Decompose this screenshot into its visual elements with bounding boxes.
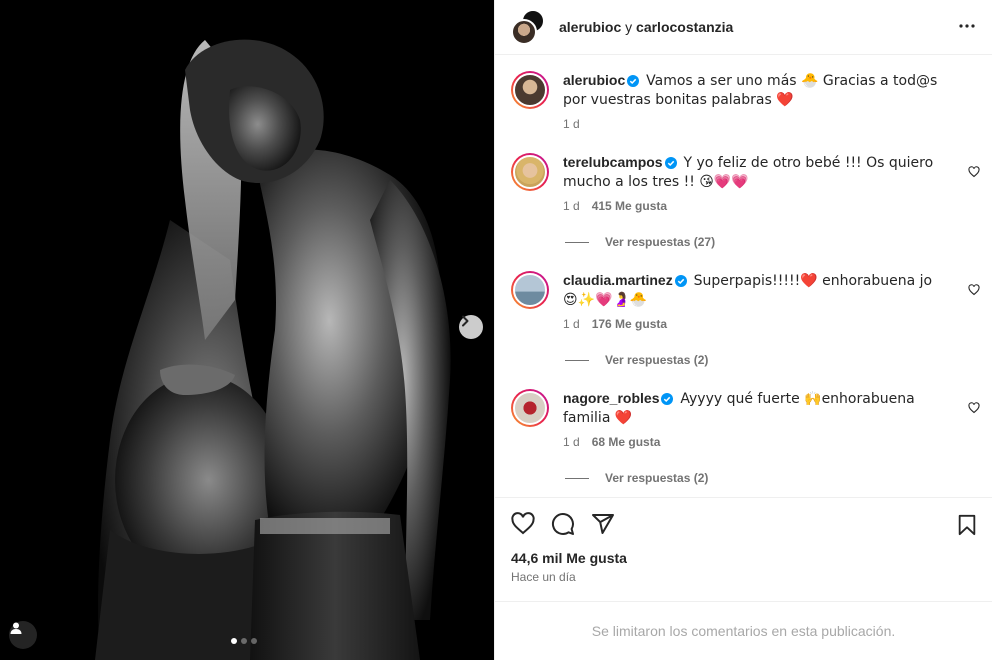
heart-icon xyxy=(968,402,980,414)
comment-likes[interactable]: 176 Me gusta xyxy=(592,317,667,331)
like-comment-button[interactable] xyxy=(968,165,980,183)
caption-text-block: alerubioc Vamos a ser uno más 🐣 Gracias … xyxy=(563,71,948,109)
caption-body: alerubioc Vamos a ser uno más 🐣 Gracias … xyxy=(563,71,976,131)
comment-likes[interactable]: 68 Me gusta xyxy=(592,435,661,449)
comment-time[interactable]: 1 d xyxy=(563,317,580,331)
comments-limited-notice: Se limitaron los comentarios en esta pub… xyxy=(495,601,992,660)
comment-body: claudia.martinez Superpapis!!!!!❤️ enhor… xyxy=(563,271,976,331)
comment-meta: 1 d 415 Me gusta xyxy=(563,199,948,213)
post-actions: 44,6 mil Me gusta Hace un día xyxy=(495,497,992,601)
avatar xyxy=(513,73,547,107)
more-icon xyxy=(959,24,975,28)
heart-icon xyxy=(511,512,535,535)
avatar-ring[interactable] xyxy=(511,153,549,191)
verified-icon xyxy=(661,393,674,405)
view-replies-label: Ver respuestas (27) xyxy=(605,235,716,249)
view-replies-button[interactable]: Ver respuestas (27) xyxy=(565,235,992,249)
comment: claudia.martinez Superpapis!!!!!❤️ enhor… xyxy=(495,271,992,331)
comment-body: terelubcampos Y yo feliz de otro bebé !!… xyxy=(563,153,976,213)
verified-icon xyxy=(627,75,640,87)
collab-avatars[interactable] xyxy=(511,9,547,45)
carousel-indicator xyxy=(231,638,257,644)
post-timestamp[interactable]: Hace un día xyxy=(511,570,976,584)
carousel-dot xyxy=(241,638,247,644)
heart-icon xyxy=(968,166,980,178)
comment-time[interactable]: 1 d xyxy=(563,117,580,131)
share-icon xyxy=(592,514,614,534)
comment-username[interactable]: alerubioc xyxy=(563,72,625,88)
replies-divider xyxy=(565,477,589,479)
author-separator: y xyxy=(625,19,633,35)
avatar xyxy=(511,19,537,45)
chevron-right-icon xyxy=(462,315,469,327)
avatar xyxy=(513,155,547,189)
comment-text-block: terelubcampos Y yo feliz de otro bebé !!… xyxy=(563,153,948,191)
like-button[interactable] xyxy=(511,512,535,536)
avatar-ring[interactable] xyxy=(511,71,549,109)
comment-text-block: nagore_robles Ayyyy qué fuerte 🙌enhorabu… xyxy=(563,389,948,427)
user-tag-icon xyxy=(10,622,22,634)
like-comment-button[interactable] xyxy=(968,283,980,301)
author-link[interactable]: alerubioc xyxy=(559,19,621,35)
avatar-ring[interactable] xyxy=(511,389,549,427)
post-like-count[interactable]: 44,6 mil Me gusta xyxy=(511,550,976,566)
save-button[interactable] xyxy=(956,514,978,541)
post-image xyxy=(0,0,494,660)
post-header: alerubioc y carlocostanzia xyxy=(495,0,992,55)
comment-meta: 1 d 68 Me gusta xyxy=(563,435,948,449)
avatar-ring[interactable] xyxy=(511,271,549,309)
comment-username[interactable]: claudia.martinez xyxy=(563,272,673,288)
verified-icon xyxy=(674,275,687,287)
more-options-button[interactable] xyxy=(958,17,976,40)
comment: terelubcampos Y yo feliz de otro bebé !!… xyxy=(495,153,992,213)
bookmark-icon xyxy=(958,514,976,536)
caption: alerubioc Vamos a ser uno más 🐣 Gracias … xyxy=(495,71,992,131)
view-replies-button[interactable]: Ver respuestas (2) xyxy=(565,353,992,367)
comment-button[interactable] xyxy=(551,512,575,536)
comment-time[interactable]: 1 d xyxy=(563,435,580,449)
comments-list[interactable]: alerubioc Vamos a ser uno más 🐣 Gracias … xyxy=(495,55,992,497)
replies-divider xyxy=(565,359,589,361)
tagged-users-button[interactable] xyxy=(9,621,37,649)
action-buttons xyxy=(511,512,976,536)
verified-icon xyxy=(664,157,677,169)
carousel-dot xyxy=(251,638,257,644)
heart-icon xyxy=(968,284,980,296)
post-authors: alerubioc y carlocostanzia xyxy=(559,19,733,35)
view-replies-label: Ver respuestas (2) xyxy=(605,471,709,485)
like-comment-button[interactable] xyxy=(968,401,980,419)
share-button[interactable] xyxy=(591,512,615,536)
comment-likes[interactable]: 415 Me gusta xyxy=(592,199,667,213)
replies-divider xyxy=(565,241,589,243)
comment-icon xyxy=(552,513,574,535)
comment: nagore_robles Ayyyy qué fuerte 🙌enhorabu… xyxy=(495,389,992,449)
comment-username[interactable]: nagore_robles xyxy=(563,390,659,406)
comment-username[interactable]: terelubcampos xyxy=(563,154,663,170)
avatar xyxy=(513,391,547,425)
comment-text-block: claudia.martinez Superpapis!!!!!❤️ enhor… xyxy=(563,271,948,309)
carousel-dot-active xyxy=(231,638,237,644)
view-replies-button[interactable]: Ver respuestas (2) xyxy=(565,471,992,485)
post-photo[interactable] xyxy=(0,0,494,660)
comment-time[interactable]: 1 d xyxy=(563,199,580,213)
post-details-panel: alerubioc y carlocostanzia alerubioc Vam… xyxy=(494,0,992,660)
comment-meta: 1 d xyxy=(563,117,948,131)
avatar xyxy=(513,273,547,307)
comment-body: nagore_robles Ayyyy qué fuerte 🙌enhorabu… xyxy=(563,389,976,449)
view-replies-label: Ver respuestas (2) xyxy=(605,353,709,367)
author-link[interactable]: carlocostanzia xyxy=(636,19,733,35)
next-slide-button[interactable] xyxy=(459,315,483,339)
comment-meta: 1 d 176 Me gusta xyxy=(563,317,948,331)
